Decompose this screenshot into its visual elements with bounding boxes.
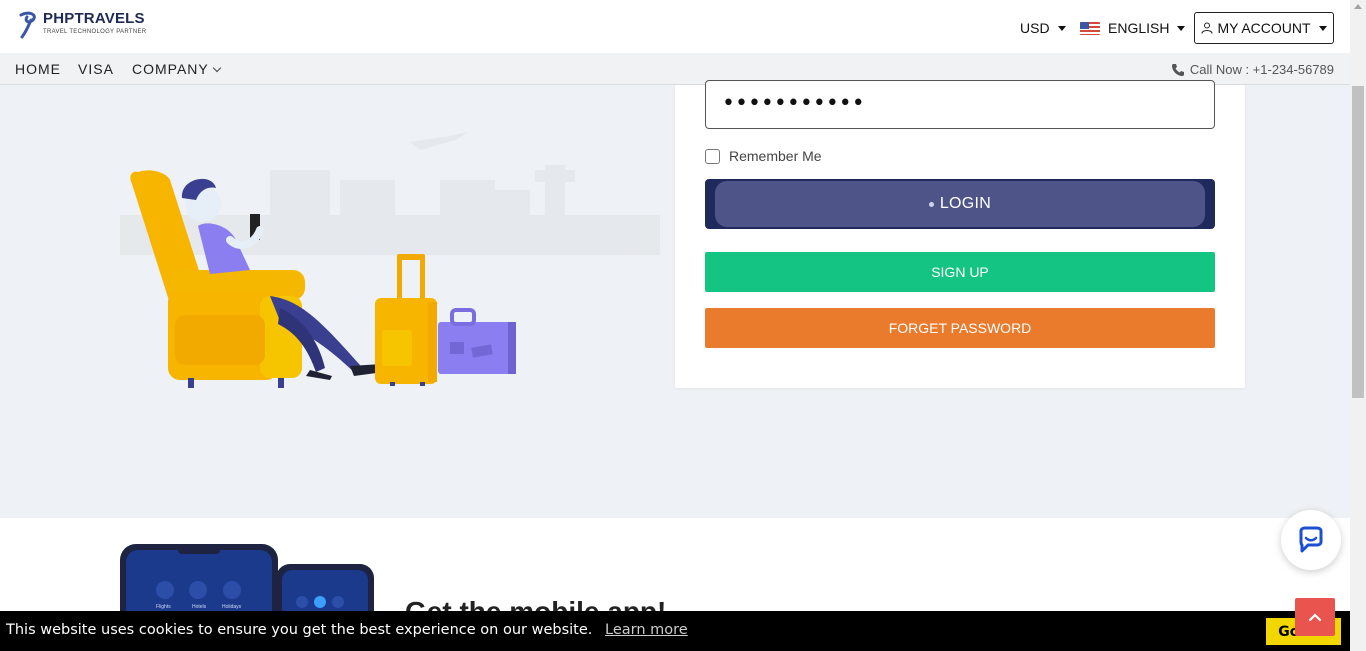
us-flag-icon	[1080, 21, 1100, 35]
svg-text:Flights: Flights	[156, 604, 171, 610]
password-input[interactable]: •••••••••••	[705, 80, 1215, 129]
call-now[interactable]: Call Now : +1-234-56789	[1171, 62, 1334, 77]
nav-visa[interactable]: VISA	[78, 61, 114, 77]
my-account-button[interactable]: MY ACCOUNT	[1194, 12, 1334, 44]
signup-button[interactable]: SIGN UP	[705, 252, 1215, 292]
language-dropdown[interactable]: ENGLISH	[1080, 20, 1186, 36]
currency-dropdown[interactable]: USD	[1020, 20, 1066, 36]
cookie-message: This website uses cookies to ensure you …	[6, 622, 593, 638]
learn-more-link[interactable]: Learn more	[605, 622, 688, 638]
nav-home[interactable]: HOME	[15, 61, 61, 77]
login-button[interactable]: LOGIN	[705, 179, 1215, 229]
my-account-label: MY ACCOUNT	[1217, 20, 1311, 36]
nav-company-label: COMPANY	[132, 61, 209, 77]
spinner-dot-icon	[928, 201, 934, 207]
remember-me-label: Remember Me	[729, 148, 822, 164]
back-to-top-button[interactable]	[1295, 598, 1335, 636]
logo[interactable]: PHPTRAVELS TRAVEL TECHNOLOGY PARTNER	[18, 11, 146, 39]
remember-me[interactable]: Remember Me	[705, 148, 822, 164]
chevron-up-icon	[1308, 613, 1322, 622]
traveler-illustration	[120, 132, 660, 388]
logo-subtitle: TRAVEL TECHNOLOGY PARTNER	[43, 29, 147, 35]
nav-company[interactable]: COMPANY	[132, 61, 221, 77]
top-header: PHPTRAVELS TRAVEL TECHNOLOGY PARTNER USD…	[0, 0, 1350, 53]
svg-text:Holidays: Holidays	[222, 604, 242, 610]
svg-text:Hotels: Hotels	[192, 604, 207, 610]
caret-down-icon	[1057, 25, 1066, 31]
remember-me-checkbox[interactable]	[705, 148, 720, 164]
logo-title: PHPTRAVELS	[43, 10, 145, 27]
call-now-text: Call Now : +1-234-56789	[1189, 62, 1334, 77]
caret-down-icon	[1318, 25, 1327, 31]
live-chat-button[interactable]	[1281, 510, 1341, 570]
currency-label: USD	[1020, 20, 1050, 36]
chat-icon	[1299, 526, 1323, 553]
phone-icon	[1171, 63, 1184, 76]
scrollbar-thumb[interactable]	[1352, 86, 1364, 398]
language-label: ENGLISH	[1108, 20, 1170, 36]
logo-icon	[19, 11, 36, 39]
login-label: LOGIN	[939, 195, 992, 212]
scroll-up-icon[interactable]	[1354, 4, 1362, 9]
page-scrollbar[interactable]	[1350, 0, 1366, 651]
user-icon	[1201, 22, 1213, 34]
cookie-consent-bar: This website uses cookies to ensure you …	[0, 611, 1350, 651]
forget-password-button[interactable]: FORGET PASSWORD	[705, 308, 1215, 348]
chevron-down-icon	[212, 63, 221, 73]
caret-down-icon	[1177, 25, 1186, 31]
